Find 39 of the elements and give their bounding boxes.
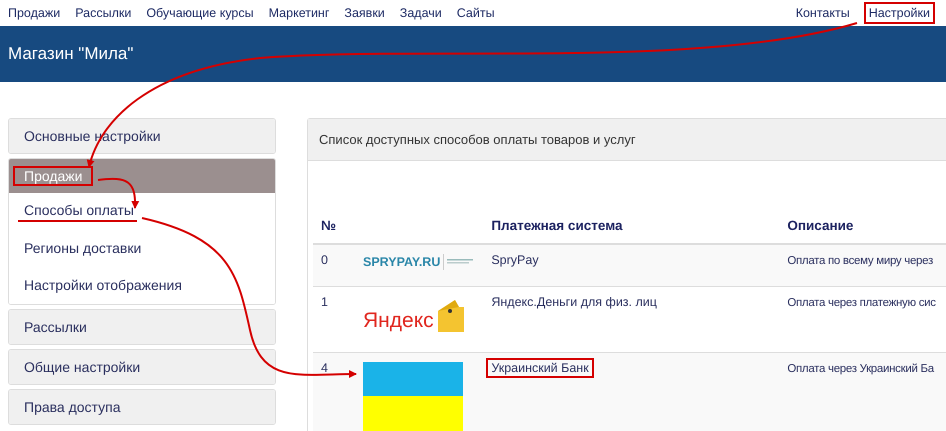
- sidebar-section[interactable]: Рассылки: [9, 310, 275, 344]
- logo-lines-icon: [443, 253, 476, 271]
- section-label: Рассылки: [24, 319, 87, 335]
- payment-system-link[interactable]: Украинский Банк: [488, 360, 592, 376]
- nav-link[interactable]: Сайты: [454, 4, 498, 22]
- section-label: Общие настройки: [24, 359, 140, 375]
- nav-link[interactable]: Задачи: [396, 4, 445, 22]
- row-number: 0: [321, 253, 328, 267]
- submenu-link[interactable]: Регионы доставки: [24, 240, 142, 258]
- submenu-link[interactable]: Способы оплаты: [18, 202, 137, 222]
- payment-system-link[interactable]: Яндекс.Деньги для физ. лиц: [488, 294, 660, 310]
- column-header: Описание: [787, 218, 854, 232]
- submenu-link[interactable]: Настройки отображения: [24, 276, 182, 294]
- nav-link[interactable]: Заявки: [341, 4, 388, 22]
- column-header: Платежная система: [491, 218, 623, 232]
- logo-text: Яндекс: [363, 309, 434, 333]
- site-title: Магазин "Мила": [8, 44, 134, 64]
- panel-title: Список доступных способов оплаты товаров и услуг: [319, 132, 636, 147]
- nav-link[interactable]: Продажи: [5, 4, 64, 22]
- column-header: №: [321, 218, 336, 232]
- section-label: Продажи: [15, 168, 92, 184]
- description-text: Оплата через платежную сис: [787, 297, 936, 309]
- wallet-icon: [436, 299, 465, 333]
- annotation-arrow: [98, 178, 140, 209]
- row-number: 4: [321, 361, 328, 375]
- payment-system-link[interactable]: SpryPay: [488, 252, 542, 268]
- logo-text: SPRYPAY.RU: [363, 255, 440, 269]
- sidebar-section[interactable]: Общие настройки: [9, 350, 275, 384]
- row-number: 1: [321, 295, 328, 309]
- sidebar-section[interactable]: Права доступа: [9, 390, 275, 424]
- section-label: Права доступа: [24, 399, 120, 415]
- flag-icon: [363, 362, 463, 431]
- nav-link[interactable]: Контакты: [792, 4, 853, 22]
- nav-link[interactable]: Рассылки: [72, 4, 134, 22]
- nav-link[interactable]: Настройки: [866, 4, 933, 22]
- nav-link[interactable]: Обучающие курсы: [143, 4, 257, 22]
- nav-link[interactable]: Маркетинг: [266, 4, 332, 22]
- description-text: Оплата через Украинский Ба: [787, 363, 934, 375]
- description-text: Оплата по всему миру через: [787, 255, 933, 267]
